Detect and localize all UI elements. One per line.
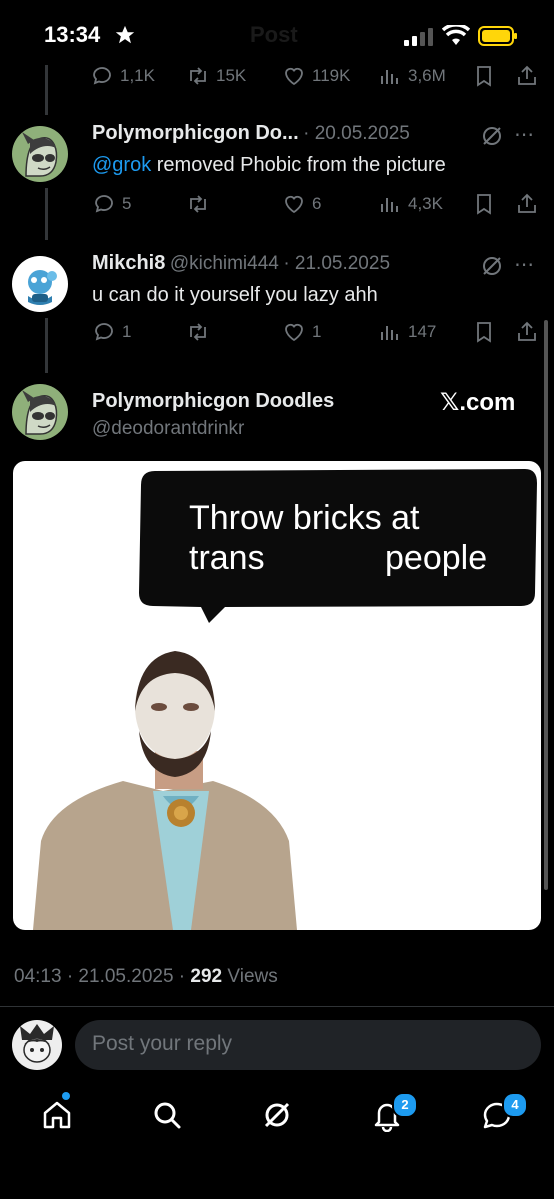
heart-icon: [285, 67, 303, 86]
repost-button[interactable]: [186, 192, 210, 216]
views-number: 292: [190, 966, 223, 987]
like-button[interactable]: 6: [282, 192, 321, 216]
like-count: 119K: [312, 66, 351, 85]
bookmark-button[interactable]: [472, 192, 496, 216]
bottom-nav: 2 4: [0, 1080, 554, 1199]
bookmark-icon: [477, 194, 491, 215]
like-button[interactable]: 1: [282, 320, 321, 344]
bookmark-button[interactable]: [472, 64, 496, 88]
views-button[interactable]: 4,3K: [378, 192, 443, 216]
bubble-text-people: people: [385, 539, 488, 577]
wifi-icon: [441, 23, 471, 52]
tweet-text: @grok removed Phobic from the picture: [92, 154, 446, 176]
reply-button[interactable]: 5: [92, 192, 131, 216]
home-unread-dot: [62, 1092, 70, 1100]
grok-icon[interactable]: [480, 124, 504, 153]
heart-icon: [285, 195, 303, 214]
reply-placeholder: Post your reply: [92, 1032, 233, 1055]
more-icon[interactable]: ⋯: [514, 252, 534, 277]
mention-link[interactable]: @grok: [92, 154, 151, 176]
like-button[interactable]: 119K: [282, 64, 350, 88]
share-button[interactable]: [515, 192, 539, 216]
more-icon[interactable]: ⋯: [514, 122, 534, 147]
tweet-action-row: 5 6 4,3K: [0, 190, 554, 220]
status-time: 13:34: [44, 22, 101, 47]
battery-icon: [478, 26, 518, 51]
repost-button[interactable]: 15K: [186, 64, 246, 88]
like-count: 6: [312, 194, 322, 213]
share-button[interactable]: [515, 64, 539, 88]
share-button[interactable]: [515, 320, 539, 344]
username[interactable]: @deodorantdrinkr: [92, 418, 244, 440]
messages-badge: 4: [502, 1092, 528, 1118]
post-timestamp: 04:13 · 21.05.2025 · 292 Views: [14, 966, 278, 987]
star-icon: [114, 24, 136, 51]
brand-watermark: 𝕏.com: [440, 389, 516, 416]
reply-button[interactable]: 1,1K: [90, 64, 155, 88]
signal-icon: [404, 28, 434, 51]
reply-icon: [95, 323, 113, 341]
tweet-date: · 21.05.2025: [283, 253, 391, 274]
reply-button[interactable]: 1: [92, 320, 131, 344]
bookmark-button[interactable]: [472, 320, 496, 344]
reply-icon: [93, 67, 111, 85]
views-count: 3,6M: [408, 66, 446, 85]
repost-icon: [190, 195, 206, 213]
tweet-header: Polymorphicgon Do... · 20.05.2025: [92, 122, 410, 145]
bubble-text-line1: Throw bricks at: [189, 499, 420, 537]
views-button[interactable]: 147: [378, 320, 436, 344]
bookmark-icon: [477, 322, 491, 343]
bookmark-icon: [477, 66, 491, 87]
search-icon[interactable]: [150, 1098, 184, 1132]
divider: [0, 1006, 554, 1007]
top-action-row: 1,1K 15K 119K 3,6M: [0, 60, 554, 94]
views-icon: [381, 326, 398, 340]
reply-count: 1,1K: [120, 66, 155, 85]
grok-icon[interactable]: [480, 254, 504, 283]
bubble-text-trans: trans: [189, 539, 265, 577]
header-title: Post: [250, 22, 298, 47]
repost-button[interactable]: [186, 320, 210, 344]
display-name[interactable]: Polymorphicgon Do...: [92, 122, 299, 144]
share-icon: [518, 65, 536, 85]
like-count: 1: [312, 322, 322, 341]
reply-icon: [95, 195, 113, 213]
avatar[interactable]: [12, 256, 68, 312]
share-icon: [518, 321, 536, 341]
tweet-header: Mikchi8 @kichimi444 · 21.05.2025: [92, 252, 390, 275]
views-icon: [381, 198, 398, 212]
views-icon: [381, 70, 398, 84]
views-button[interactable]: 3,6M: [378, 64, 446, 88]
views-count: 4,3K: [408, 194, 443, 213]
display-name[interactable]: Mikchi8: [92, 252, 165, 274]
repost-icon: [190, 323, 206, 341]
reply-count: 5: [122, 194, 132, 213]
post-image[interactable]: Throw bricks at trans people: [13, 461, 541, 930]
avatar[interactable]: [12, 126, 68, 182]
grok-icon[interactable]: [260, 1098, 294, 1132]
tweet-action-row: 1 1 147: [0, 318, 554, 348]
scrollbar[interactable]: [544, 320, 548, 890]
avatar[interactable]: [12, 384, 68, 440]
heart-icon: [285, 323, 303, 342]
reply-count: 1: [122, 322, 132, 341]
repost-icon: [190, 67, 206, 85]
share-icon: [518, 193, 536, 213]
tweet-text: u can do it yourself you lazy ahh: [92, 284, 378, 306]
my-avatar[interactable]: [12, 1020, 62, 1070]
repost-count: 15K: [216, 66, 247, 85]
home-icon[interactable]: [40, 1098, 74, 1132]
notifications-badge: 2: [392, 1092, 418, 1118]
tweet-date: · 20.05.2025: [303, 123, 410, 144]
views-count: 147: [408, 322, 437, 341]
display-name[interactable]: Polymorphicgon Doodles: [92, 390, 334, 413]
username[interactable]: @kichimi444: [170, 253, 279, 274]
